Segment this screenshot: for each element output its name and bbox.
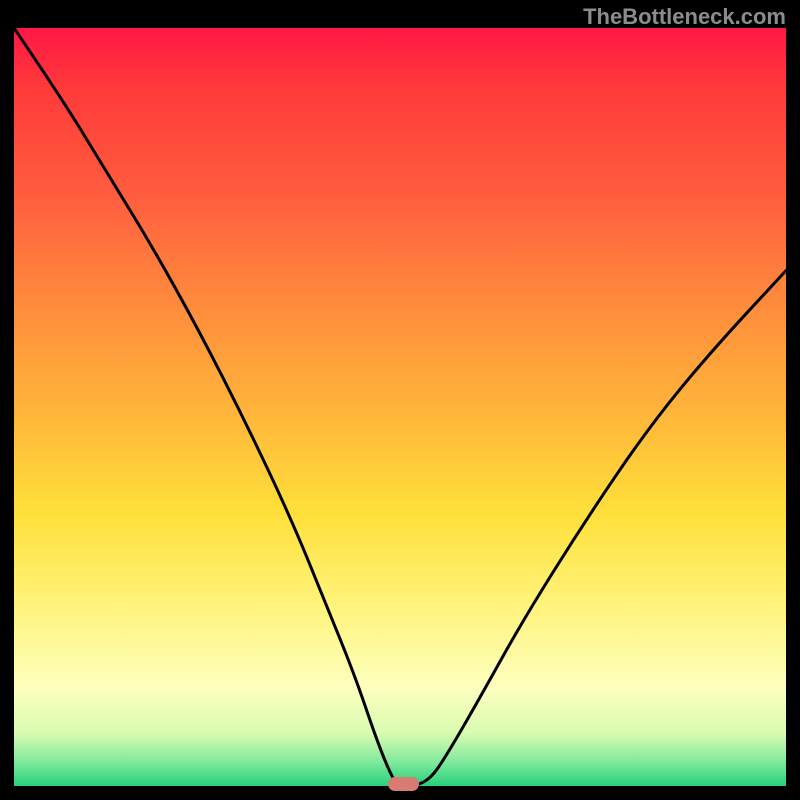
plot-area	[14, 28, 786, 786]
bottleneck-curve	[14, 28, 786, 786]
watermark-text: TheBottleneck.com	[583, 4, 786, 30]
optimum-marker	[388, 777, 419, 791]
chart-frame: TheBottleneck.com	[0, 0, 800, 800]
